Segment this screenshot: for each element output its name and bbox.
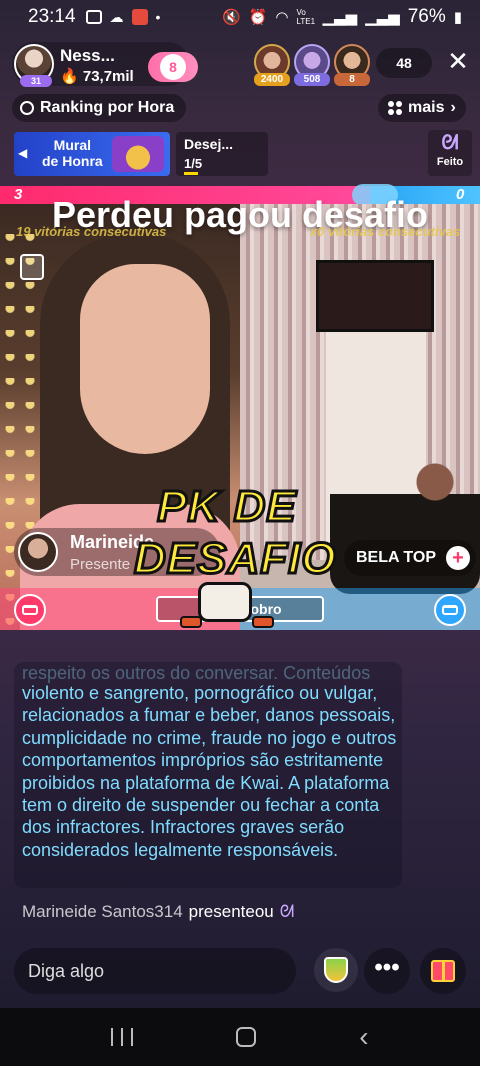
cup-icon[interactable] — [314, 948, 358, 992]
host-followers: 🔥 73,7mil — [60, 68, 134, 85]
host-name: Ness... — [60, 46, 115, 65]
wish-progress — [184, 172, 198, 175]
battery-level: 76% — [407, 6, 446, 27]
sofa-icon — [442, 605, 458, 615]
fan-club-level: 8 — [160, 54, 186, 80]
host-info[interactable]: 31 Ness... 🔥 73,7mil 8 — [12, 42, 198, 87]
wish-title: Desej... — [184, 136, 234, 152]
network-label: Vo LTE1 — [296, 8, 316, 26]
follow-plus-icon[interactable]: + — [446, 546, 471, 570]
feito-badge[interactable]: ᘛ Feito — [428, 130, 472, 176]
chevron-right-icon: › — [450, 99, 456, 116]
streamer-face — [80, 264, 210, 454]
mural-title: Mural de Honra — [42, 137, 103, 169]
right-streamer-info[interactable]: BELA TOP + — [344, 540, 477, 576]
signal-icon: ▁▃▅ — [322, 9, 358, 26]
viewer-tag: 508 — [294, 73, 330, 86]
sofa-icon — [22, 605, 38, 615]
sticker-line-1: PK DE — [156, 481, 297, 533]
bunny-icon: ᘛ — [441, 132, 459, 154]
pk-desafio-sticker: PK DE DESAFIO — [133, 478, 338, 638]
status-system-icons: 🔇 ⏰ ◠ Vo LTE1 ▁▃▅ ▁▃▅ 76% ▮ — [222, 6, 462, 28]
host-followers-count: 73,7mil — [82, 68, 134, 85]
ranking-label: Ranking por Hora — [40, 99, 175, 116]
mural-de-honra-banner[interactable]: ◀ Mural de Honra — [14, 132, 170, 176]
recent-apps-icon[interactable] — [111, 1028, 134, 1046]
cup-graphic — [324, 957, 348, 983]
feito-label: Feito — [436, 156, 464, 168]
app-notification-icon — [131, 9, 148, 25]
more-features-button[interactable]: mais › — [378, 94, 466, 122]
clock-icon — [20, 101, 34, 115]
mural-artwork — [112, 136, 164, 172]
tv-screen — [316, 260, 434, 332]
viewer-tag: 2400 — [254, 73, 290, 86]
gift-action: presenteou — [188, 902, 274, 921]
wish-list-card[interactable]: Desej... 1/5 — [176, 132, 268, 176]
comment-input[interactable]: Diga algo — [14, 948, 296, 994]
gift-box-graphic — [431, 960, 455, 982]
right-streamer-name: BELA TOP — [356, 549, 437, 566]
top-viewer-avatar-2[interactable]: 508 — [294, 44, 330, 86]
wish-count: 1/5 — [184, 156, 203, 171]
left-streamer-subtitle: Presente — [70, 556, 131, 573]
system-nav-bar: ‹ — [0, 1008, 480, 1066]
ranking-button[interactable]: Ranking por Hora — [12, 94, 187, 122]
sticker-line-2: DESAFIO — [133, 533, 338, 585]
mais-label: mais — [408, 99, 445, 116]
mural-line-2: de Honra — [42, 153, 103, 169]
back-icon[interactable]: ‹ — [359, 1023, 368, 1051]
dot-icon: • — [155, 9, 161, 25]
streak-left: 19 vitórias consecutivas — [16, 224, 167, 239]
viewer-tag: 8 — [334, 73, 370, 86]
sticker-icon[interactable] — [20, 254, 44, 280]
gift-icon[interactable] — [420, 948, 466, 994]
notice-body: violento e sangrento, pornográfico ou vu… — [22, 683, 397, 860]
home-icon[interactable] — [236, 1027, 257, 1047]
signal-icon-2: ▁▃▅ — [365, 9, 400, 26]
mural-line-1: Mural — [53, 137, 92, 153]
host-level-badge: 31 — [20, 75, 52, 87]
sofa-icon-left[interactable] — [14, 594, 46, 626]
status-notification-icons: ☁ • — [85, 8, 161, 26]
close-icon[interactable]: ✕ — [444, 48, 472, 76]
wifi-icon: ◠ — [275, 9, 289, 26]
mascot-legs — [180, 616, 276, 632]
streak-right: x0 vitórias consecutivas — [310, 224, 461, 239]
more-icon[interactable]: ••• — [364, 948, 410, 994]
battery-icon: ▮ — [453, 9, 462, 26]
alarm-icon: ⏰ — [248, 9, 268, 26]
viewer-count[interactable]: 48 — [376, 48, 432, 78]
cloud-icon: ☁ — [109, 8, 124, 25]
bunny-icon: ᘛ — [279, 902, 295, 921]
left-streamer-avatar[interactable] — [18, 532, 58, 572]
top-viewer-avatar-1[interactable]: 2400 — [254, 44, 290, 86]
platform-notice: respeito os outros do conversar. Conteúd… — [14, 662, 402, 888]
notice-faded-line: respeito os outros do conversar. Conteúd… — [22, 663, 371, 683]
status-time: 23:14 — [28, 6, 76, 27]
gift-sender[interactable]: Marineide Santos314 — [22, 902, 183, 922]
chevron-left-icon: ◀ — [18, 146, 28, 160]
gift-event-message: Marineide Santos314 presenteou ᘛ — [22, 902, 294, 922]
fan-club-badge[interactable]: 8 — [148, 52, 198, 82]
live-topbar: 31 Ness... 🔥 73,7mil 8 2400 508 8 48 ✕ — [0, 40, 480, 90]
top-viewer-avatar-3[interactable]: 8 — [334, 44, 370, 86]
mute-icon: 🔇 — [222, 9, 241, 26]
sofa-icon-right[interactable] — [434, 594, 466, 626]
screenshot-icon — [85, 10, 102, 24]
status-bar: 23:14 ☁ • 🔇 ⏰ ◠ Vo LTE1 ▁▃▅ ▁▃▅ 76% ▮ — [0, 0, 480, 34]
grid-icon — [388, 101, 402, 115]
